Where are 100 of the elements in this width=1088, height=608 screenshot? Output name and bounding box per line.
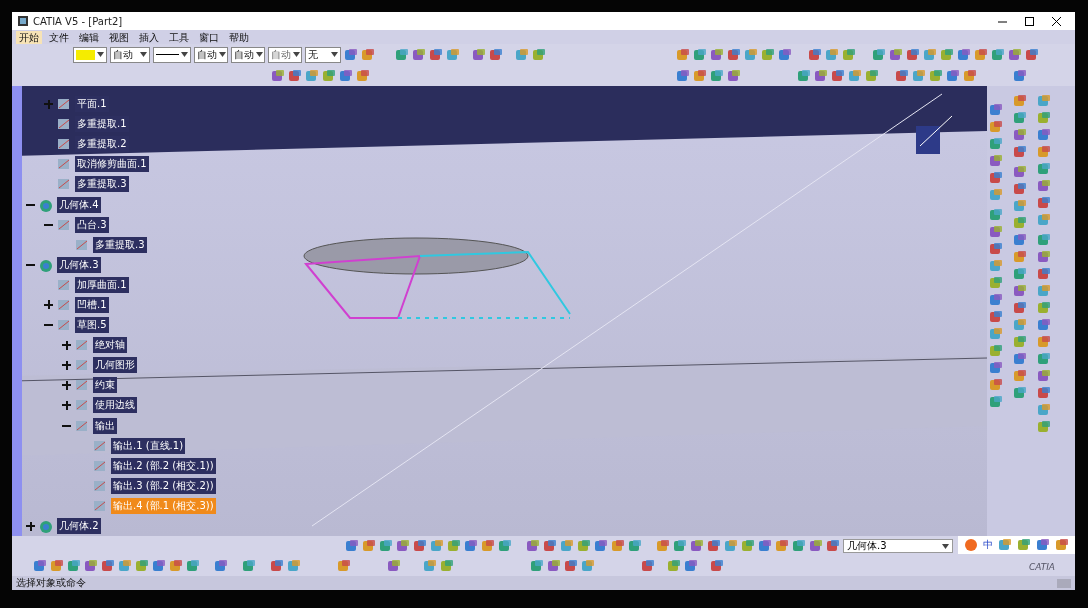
toolbar-icon[interactable] — [710, 68, 724, 83]
toolbar-icon[interactable] — [814, 68, 828, 83]
expand-toggle[interactable] — [62, 380, 71, 390]
toolbar-icon[interactable] — [270, 559, 284, 573]
menu-item[interactable]: 帮助 — [226, 30, 252, 44]
toolbar-icon[interactable] — [727, 68, 741, 83]
toolbar-icon[interactable] — [792, 539, 806, 553]
toolbar-icon[interactable] — [989, 103, 1003, 117]
toolbar-icon[interactable] — [379, 539, 393, 553]
toolbar-icon[interactable] — [989, 395, 1003, 409]
toolbar-icon[interactable] — [940, 47, 954, 62]
toolbar-icon[interactable] — [362, 539, 376, 553]
toolbar-icon[interactable] — [872, 47, 886, 62]
expand-toggle[interactable] — [26, 521, 35, 531]
toolbar-icon[interactable] — [1037, 335, 1051, 349]
tree-item[interactable]: 多重提取.2 — [75, 136, 129, 153]
toolbar-icon[interactable] — [1013, 68, 1027, 83]
expand-toggle[interactable] — [62, 400, 71, 410]
toolbar-icon[interactable] — [101, 559, 115, 573]
toolbar-icon[interactable] — [344, 47, 358, 62]
toolbar-icon[interactable] — [865, 68, 879, 83]
tree-item[interactable]: 绝对轴 — [93, 337, 127, 354]
toolbar-icon[interactable] — [1037, 196, 1051, 210]
tree-scrollbar[interactable] — [12, 86, 22, 536]
toolbar-icon[interactable] — [684, 559, 698, 573]
toolbar-icon[interactable] — [1037, 128, 1051, 142]
toolbar-icon[interactable] — [906, 47, 920, 62]
toolbar-icon[interactable] — [1037, 179, 1051, 193]
toolbar-icon[interactable] — [989, 154, 1003, 168]
toolbar-icon[interactable] — [84, 559, 98, 573]
toolbar-icon[interactable] — [322, 68, 336, 83]
toolbar-icon[interactable] — [543, 539, 557, 553]
toolbar-icon[interactable] — [429, 47, 443, 62]
line-style-dropdown[interactable] — [153, 46, 191, 63]
toolbar-icon[interactable] — [594, 539, 608, 553]
toolbar-icon[interactable] — [656, 539, 670, 553]
toolbar-icon[interactable] — [345, 539, 359, 553]
toolbar-icon[interactable] — [412, 47, 426, 62]
color-dropdown[interactable] — [73, 46, 107, 63]
toolbar-icon[interactable] — [271, 68, 285, 83]
toolbar-icon[interactable] — [989, 225, 1003, 239]
toolbar-icon[interactable] — [67, 559, 81, 573]
toolbar-icon[interactable] — [1025, 47, 1039, 62]
tree-item[interactable]: 平面.1 — [75, 96, 109, 113]
toolbar-icon[interactable] — [761, 47, 775, 62]
close-icon[interactable] — [1052, 16, 1061, 26]
dropdown-field[interactable]: 自动 — [231, 46, 265, 63]
toolbar-icon[interactable] — [929, 68, 943, 83]
toolbar-icon[interactable] — [1037, 386, 1051, 400]
menu-item[interactable]: 工具 — [166, 30, 192, 44]
toolbar-icon[interactable] — [489, 47, 503, 62]
expand-toggle[interactable] — [44, 99, 53, 109]
toolbar-icon[interactable] — [831, 68, 845, 83]
toolbar-icon[interactable] — [413, 539, 427, 553]
toolbar-icon[interactable] — [1037, 369, 1051, 383]
toolbar-icon[interactable] — [998, 538, 1012, 552]
toolbar-icon[interactable] — [991, 47, 1005, 62]
toolbar-icon[interactable] — [395, 47, 409, 62]
toolbar-icon[interactable] — [530, 559, 544, 573]
toolbar-icon[interactable] — [676, 68, 690, 83]
toolbar-icon[interactable] — [1013, 284, 1027, 298]
toolbar-icon[interactable] — [727, 47, 741, 62]
toolbar-icon[interactable] — [1017, 538, 1031, 552]
toolbar-icon[interactable] — [1037, 233, 1051, 247]
toolbar-icon[interactable] — [214, 559, 228, 573]
toolbar-icon[interactable] — [989, 171, 1003, 185]
toolbar-icon[interactable] — [946, 68, 960, 83]
toolbar-icon[interactable] — [526, 539, 540, 553]
toolbar-icon[interactable] — [842, 47, 856, 62]
toolbar-icon[interactable] — [1013, 267, 1027, 281]
dropdown-field[interactable]: 自动 — [194, 46, 228, 63]
toolbar-icon[interactable] — [1013, 386, 1027, 400]
toolbar-icon[interactable] — [808, 47, 822, 62]
toolbar-icon[interactable] — [339, 68, 353, 83]
toolbar-icon[interactable] — [989, 242, 1003, 256]
toolbar-icon[interactable] — [1013, 94, 1027, 108]
toolbar-icon[interactable] — [989, 208, 1003, 222]
tree-item[interactable]: 多重提取.3 — [75, 176, 129, 193]
part-selector-dropdown[interactable]: 几何体.3 — [843, 539, 953, 553]
tree-item[interactable]: 多重提取.1 — [75, 116, 129, 133]
tree-item[interactable]: 约束 — [93, 377, 117, 394]
toolbar-icon[interactable] — [693, 68, 707, 83]
toolbar-icon[interactable] — [396, 539, 410, 553]
toolbar-icon[interactable] — [472, 47, 486, 62]
toolbar-icon[interactable] — [33, 559, 47, 573]
tree-item[interactable]: 取消修剪曲面.1 — [75, 156, 149, 173]
toolbar-icon[interactable] — [1013, 233, 1027, 247]
maximize-icon[interactable] — [1025, 16, 1034, 26]
toolbar-icon[interactable] — [532, 47, 546, 62]
toolbar-icon[interactable] — [989, 293, 1003, 307]
toolbar-icon[interactable] — [758, 539, 772, 553]
toolbar-icon[interactable] — [676, 47, 690, 62]
expand-toggle[interactable] — [62, 360, 71, 370]
ime-mode[interactable]: 中 — [983, 538, 993, 552]
toolbar-icon[interactable] — [1055, 538, 1069, 552]
toolbar-icon[interactable] — [989, 120, 1003, 134]
toolbar-icon[interactable] — [1013, 145, 1027, 159]
toolbar-icon[interactable] — [710, 559, 724, 573]
toolbar-icon[interactable] — [440, 559, 454, 573]
toolbar-icon[interactable] — [1013, 182, 1027, 196]
